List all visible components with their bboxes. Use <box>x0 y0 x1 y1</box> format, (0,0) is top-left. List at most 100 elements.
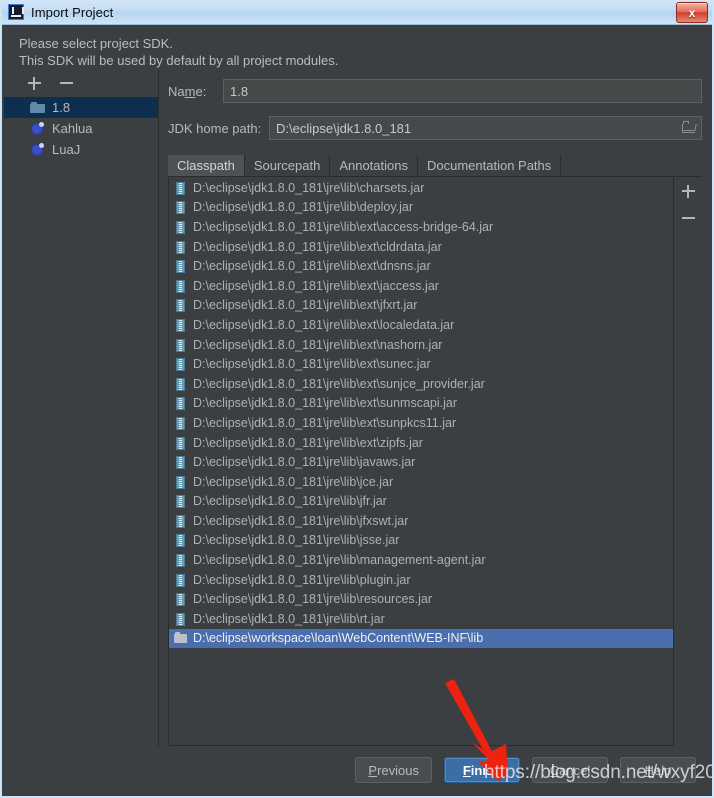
list-item[interactable]: D:\eclipse\jdk1.8.0_181\jre\lib\ext\sunp… <box>169 413 673 433</box>
jar-icon <box>174 279 187 293</box>
close-icon: x <box>688 5 696 20</box>
title-bar: Import Project x <box>2 0 712 25</box>
jar-icon <box>174 318 187 332</box>
jar-icon <box>174 514 187 528</box>
list-item[interactable]: D:\eclipse\jdk1.8.0_181\jre\lib\ext\zipf… <box>169 433 673 453</box>
list-item[interactable]: D:\eclipse\jdk1.8.0_181\jre\lib\plugin.j… <box>169 570 673 590</box>
list-item[interactable]: D:\eclipse\jdk1.8.0_181\jre\lib\jsse.jar <box>169 531 673 551</box>
list-item[interactable]: D:\eclipse\jdk1.8.0_181\jre\lib\resource… <box>169 589 673 609</box>
classpath-list[interactable]: D:\eclipse\jdk1.8.0_181\jre\lib\charsets… <box>168 178 674 746</box>
list-item-label: D:\eclipse\jdk1.8.0_181\jre\lib\ext\jacc… <box>193 278 439 293</box>
sidebar-item-label: 1.8 <box>52 100 71 115</box>
list-item-label: D:\eclipse\workspace\loan\WebContent\WEB… <box>193 631 484 646</box>
list-item-label: D:\eclipse\jdk1.8.0_181\jre\lib\ext\sunm… <box>193 396 458 411</box>
tab-annotations[interactable]: Annotations <box>330 155 418 176</box>
sdk-detail-pane: Name: 1.8 JDK home path: D:\eclipse\jdk1… <box>159 70 710 746</box>
add-classpath-icon[interactable] <box>681 185 695 198</box>
list-item[interactable]: D:\eclipse\jdk1.8.0_181\jre\lib\ext\dnsn… <box>169 256 673 276</box>
help-button[interactable]: Help <box>620 757 696 783</box>
jdk-home-path-input[interactable]: D:\eclipse\jdk1.8.0_181 <box>269 116 702 140</box>
dialog-body: 1.8 Kahlua LuaJ Name: 1.8 JDK home path:… <box>4 70 710 746</box>
list-item-label: D:\eclipse\jdk1.8.0_181\jre\lib\charsets… <box>193 180 425 195</box>
list-item-label: D:\eclipse\jdk1.8.0_181\jre\lib\rt.jar <box>193 611 385 626</box>
sidebar-item-label: Kahlua <box>52 121 93 136</box>
list-item-label: D:\eclipse\jdk1.8.0_181\jre\lib\ext\acce… <box>193 219 494 234</box>
list-item[interactable]: D:\eclipse\jdk1.8.0_181\jre\lib\ext\sunj… <box>169 374 673 394</box>
list-item[interactable]: D:\eclipse\jdk1.8.0_181\jre\lib\javaws.j… <box>169 452 673 472</box>
list-item-selected[interactable]: D:\eclipse\workspace\loan\WebContent\WEB… <box>169 628 673 649</box>
window-title: Import Project <box>31 4 114 20</box>
jar-icon <box>174 416 187 430</box>
list-item[interactable]: D:\eclipse\jdk1.8.0_181\jre\lib\ext\jacc… <box>169 276 673 296</box>
header-line-1: Please select project SDK. <box>19 36 173 51</box>
name-label: Name: <box>168 83 207 99</box>
list-item-label: D:\eclipse\jdk1.8.0_181\jre\lib\ext\jfxr… <box>193 298 418 313</box>
sdk-toolbar <box>4 70 158 96</box>
list-item-label: D:\eclipse\jdk1.8.0_181\jre\lib\jce.jar <box>193 474 394 489</box>
list-item[interactable]: D:\eclipse\jdk1.8.0_181\jre\lib\ext\acce… <box>169 217 673 237</box>
jar-icon <box>174 220 187 234</box>
cancel-button[interactable]: Cancel <box>532 757 608 783</box>
jar-icon <box>174 396 187 411</box>
list-item-label: D:\eclipse\jdk1.8.0_181\jre\lib\ext\loca… <box>193 317 455 332</box>
close-button[interactable]: x <box>676 2 708 23</box>
list-item-label: D:\eclipse\jdk1.8.0_181\jre\lib\ext\sunp… <box>193 415 457 430</box>
previous-button[interactable]: Previous <box>355 757 432 783</box>
list-item[interactable]: D:\eclipse\jdk1.8.0_181\jre\lib\rt.jar <box>169 609 673 629</box>
list-item[interactable]: D:\eclipse\jdk1.8.0_181\jre\lib\jfr.jar <box>169 492 673 512</box>
jar-icon <box>174 377 187 391</box>
tab-documentation-paths[interactable]: Documentation Paths <box>418 155 562 176</box>
name-input[interactable]: 1.8 <box>223 79 702 103</box>
list-item[interactable]: D:\eclipse\jdk1.8.0_181\jre\lib\ext\cldr… <box>169 237 673 257</box>
import-project-dialog: Import Project x Please select project S… <box>0 0 714 798</box>
remove-classpath-icon[interactable] <box>681 212 695 225</box>
tab-sourcepath[interactable]: Sourcepath <box>245 155 331 176</box>
list-item-label: D:\eclipse\jdk1.8.0_181\jre\lib\ext\dnsn… <box>193 259 431 274</box>
jar-icon <box>174 181 187 195</box>
jar-icon <box>174 475 187 489</box>
jar-icon <box>174 338 187 352</box>
java-cup-icon <box>30 142 46 157</box>
list-item-label: D:\eclipse\jdk1.8.0_181\jre\lib\plugin.j… <box>193 572 411 587</box>
classpath-area: D:\eclipse\jdk1.8.0_181\jre\lib\charsets… <box>168 178 702 746</box>
sidebar-item-1-8[interactable]: 1.8 <box>4 97 158 118</box>
header-line-2: This SDK will be used by default by all … <box>19 53 339 68</box>
tab-bar: Classpath Sourcepath Annotations Documen… <box>168 154 702 177</box>
list-item[interactable]: D:\eclipse\jdk1.8.0_181\jre\lib\manageme… <box>169 550 673 570</box>
list-item[interactable]: D:\eclipse\jdk1.8.0_181\jre\lib\charsets… <box>169 178 673 198</box>
sidebar-item-luaj[interactable]: LuaJ <box>4 139 158 160</box>
folder-browse-icon[interactable] <box>682 121 695 133</box>
sidebar-item-label: LuaJ <box>52 142 81 157</box>
list-item[interactable]: D:\eclipse\jdk1.8.0_181\jre\lib\ext\nash… <box>169 335 673 355</box>
sidebar-item-kahlua[interactable]: Kahlua <box>4 118 158 139</box>
name-field-row: Name: 1.8 <box>168 79 702 103</box>
jdk-home-path-label: JDK home path: <box>168 120 262 136</box>
jar-icon <box>174 573 187 587</box>
jar-icon <box>174 357 187 372</box>
folder-icon <box>174 631 187 645</box>
list-item-label: D:\eclipse\jdk1.8.0_181\jre\lib\javaws.j… <box>193 455 416 470</box>
finish-button[interactable]: Finish <box>444 757 520 783</box>
add-sdk-icon[interactable] <box>28 76 41 90</box>
jar-icon <box>174 533 187 548</box>
jar-icon <box>174 259 187 274</box>
list-item[interactable]: D:\eclipse\jdk1.8.0_181\jre\lib\ext\jfxr… <box>169 296 673 316</box>
list-item[interactable]: D:\eclipse\jdk1.8.0_181\jre\lib\deploy.j… <box>169 198 673 218</box>
list-item[interactable]: D:\eclipse\jdk1.8.0_181\jre\lib\jfxswt.j… <box>169 511 673 531</box>
list-item[interactable]: D:\eclipse\jdk1.8.0_181\jre\lib\ext\loca… <box>169 315 673 335</box>
list-item-label: D:\eclipse\jdk1.8.0_181\jre\lib\jfr.jar <box>193 494 387 509</box>
list-item-label: D:\eclipse\jdk1.8.0_181\jre\lib\ext\zipf… <box>193 435 423 450</box>
list-item[interactable]: D:\eclipse\jdk1.8.0_181\jre\lib\jce.jar <box>169 472 673 492</box>
remove-sdk-icon[interactable] <box>60 77 73 90</box>
list-item-label: D:\eclipse\jdk1.8.0_181\jre\lib\jfxswt.j… <box>193 513 409 528</box>
list-item-label: D:\eclipse\jdk1.8.0_181\jre\lib\jsse.jar <box>193 533 400 548</box>
jar-icon <box>174 436 187 450</box>
tab-classpath[interactable]: Classpath <box>168 155 245 176</box>
list-item[interactable]: D:\eclipse\jdk1.8.0_181\jre\lib\ext\sunm… <box>169 394 673 414</box>
folder-icon <box>30 101 46 115</box>
intellij-idea-icon <box>8 4 24 20</box>
list-item[interactable]: D:\eclipse\jdk1.8.0_181\jre\lib\ext\sune… <box>169 354 673 374</box>
list-item-label: D:\eclipse\jdk1.8.0_181\jre\lib\manageme… <box>193 553 486 568</box>
list-item-label: D:\eclipse\jdk1.8.0_181\jre\lib\ext\sune… <box>193 357 431 372</box>
jar-icon <box>174 298 187 313</box>
